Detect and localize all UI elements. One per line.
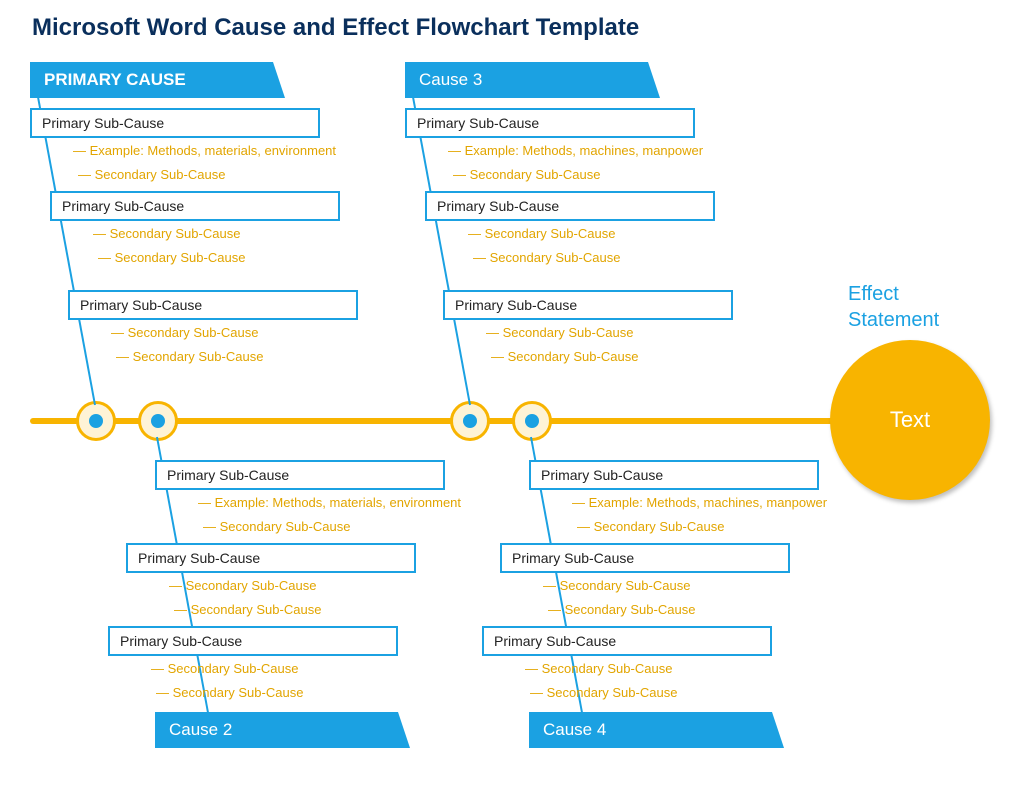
cause-2-sub-1: Primary Sub-Cause bbox=[155, 460, 445, 490]
node-cause-3 bbox=[450, 401, 490, 441]
effect-label: Effect Statement bbox=[848, 281, 939, 333]
cause-4-sub-2: Primary Sub-Cause bbox=[500, 543, 790, 573]
effect-circle: Text bbox=[830, 340, 990, 500]
cause-1-sub-2-sec-2: Secondary Sub-Cause bbox=[98, 250, 245, 265]
cause-3-sub-2-sec-1: Secondary Sub-Cause bbox=[468, 226, 615, 241]
cause-3-sub-1: Primary Sub-Cause bbox=[405, 108, 695, 138]
effect-text: Text bbox=[890, 407, 930, 433]
cause-2-sub-3-sec-2: Secondary Sub-Cause bbox=[156, 685, 303, 700]
node-cause-2 bbox=[138, 401, 178, 441]
page-title: Microsoft Word Cause and Effect Flowchar… bbox=[32, 14, 639, 42]
cause-1-sub-1: Primary Sub-Cause bbox=[30, 108, 320, 138]
cause-2-sub-1-sec-2: Secondary Sub-Cause bbox=[203, 519, 350, 534]
cause-3-sub-1-sec-1: Example: Methods, machines, manpower bbox=[448, 143, 703, 158]
cause-1-sub-1-sec-2: Secondary Sub-Cause bbox=[78, 167, 225, 182]
cause-4-header: Cause 4 bbox=[529, 712, 784, 748]
cause-3-sub-3: Primary Sub-Cause bbox=[443, 290, 733, 320]
cause-4-sub-1-sec-2: Secondary Sub-Cause bbox=[577, 519, 724, 534]
cause-3-sub-2-sec-2: Secondary Sub-Cause bbox=[473, 250, 620, 265]
cause-2-sub-1-sec-1: Example: Methods, materials, environment bbox=[198, 495, 461, 510]
cause-1-header: PRIMARY CAUSE bbox=[30, 62, 285, 98]
cause-4-sub-1: Primary Sub-Cause bbox=[529, 460, 819, 490]
cause-2-sub-2-sec-2: Secondary Sub-Cause bbox=[174, 602, 321, 617]
cause-4-sub-2-sec-1: Secondary Sub-Cause bbox=[543, 578, 690, 593]
cause-4-sub-2-sec-2: Secondary Sub-Cause bbox=[548, 602, 695, 617]
cause-2-sub-2: Primary Sub-Cause bbox=[126, 543, 416, 573]
node-cause-1 bbox=[76, 401, 116, 441]
cause-2-sub-2-sec-1: Secondary Sub-Cause bbox=[169, 578, 316, 593]
cause-4-sub-3-sec-2: Secondary Sub-Cause bbox=[530, 685, 677, 700]
cause-2-sub-3-sec-1: Secondary Sub-Cause bbox=[151, 661, 298, 676]
cause-3-sub-1-sec-2: Secondary Sub-Cause bbox=[453, 167, 600, 182]
cause-1-sub-2-sec-1: Secondary Sub-Cause bbox=[93, 226, 240, 241]
cause-2-sub-3: Primary Sub-Cause bbox=[108, 626, 398, 656]
cause-3-sub-2: Primary Sub-Cause bbox=[425, 191, 715, 221]
cause-4-sub-1-sec-1: Example: Methods, machines, manpower bbox=[572, 495, 827, 510]
cause-1-sub-3: Primary Sub-Cause bbox=[68, 290, 358, 320]
cause-2-header: Cause 2 bbox=[155, 712, 410, 748]
node-cause-4 bbox=[512, 401, 552, 441]
cause-1-sub-2: Primary Sub-Cause bbox=[50, 191, 340, 221]
cause-1-sub-1-sec-1: Example: Methods, materials, environment bbox=[73, 143, 336, 158]
cause-1-sub-3-sec-1: Secondary Sub-Cause bbox=[111, 325, 258, 340]
cause-3-header: Cause 3 bbox=[405, 62, 660, 98]
cause-4-sub-3: Primary Sub-Cause bbox=[482, 626, 772, 656]
cause-1-sub-3-sec-2: Secondary Sub-Cause bbox=[116, 349, 263, 364]
cause-4-sub-3-sec-1: Secondary Sub-Cause bbox=[525, 661, 672, 676]
cause-3-sub-3-sec-1: Secondary Sub-Cause bbox=[486, 325, 633, 340]
cause-3-sub-3-sec-2: Secondary Sub-Cause bbox=[491, 349, 638, 364]
